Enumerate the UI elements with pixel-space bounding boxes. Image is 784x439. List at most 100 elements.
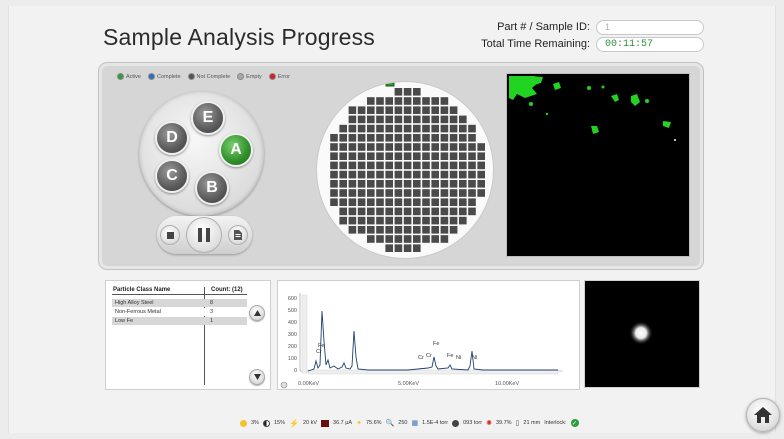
part-id-label: Part # / Sample ID: — [497, 21, 590, 33]
field-cell — [431, 216, 439, 225]
sample-stage-panel: Active Complete Not Complete Empty Error… — [98, 62, 704, 270]
scroll-down-button[interactable] — [249, 369, 265, 385]
pause-button[interactable] — [186, 217, 222, 253]
slot-d[interactable]: D — [155, 121, 189, 155]
field-cell — [330, 170, 338, 179]
field-cell — [431, 180, 439, 188]
table-row[interactable]: Non-Ferrous Metal 3 — [112, 308, 247, 316]
col-header-name: Particle Class Name — [113, 287, 171, 293]
legend-not-complete: Not Complete — [187, 73, 230, 80]
field-cell — [440, 216, 449, 225]
field-cell — [357, 207, 366, 216]
field-cell — [385, 143, 393, 151]
field-cell — [422, 198, 430, 206]
field-cell — [403, 97, 412, 105]
field-cell — [376, 235, 384, 243]
field-cell — [339, 161, 347, 170]
field-cell — [431, 170, 439, 179]
field-cell — [376, 161, 384, 170]
field-cell — [403, 88, 412, 96]
field-cell — [348, 161, 357, 170]
field-cell — [385, 244, 393, 252]
field-cell — [431, 106, 439, 114]
field-cell — [422, 134, 430, 142]
field-cell — [367, 226, 375, 234]
triangle-up-icon — [253, 310, 261, 316]
playback-controls — [157, 216, 252, 254]
field-cell — [449, 226, 458, 234]
peak-label: Ni — [472, 355, 477, 361]
field-cell — [422, 115, 430, 124]
field-cell — [403, 244, 412, 252]
field-cell — [440, 161, 449, 170]
field-cell — [431, 207, 439, 216]
field-cell — [367, 189, 375, 197]
filament-icon: ✺ — [486, 420, 492, 427]
field-cell — [339, 152, 347, 160]
y-tick: 300 — [288, 332, 297, 338]
field-cell — [431, 189, 439, 197]
report-button[interactable] — [228, 225, 248, 245]
field-cell — [394, 180, 403, 188]
field-cell — [403, 207, 412, 216]
field-cell — [422, 124, 430, 133]
field-cell — [431, 97, 439, 105]
field-cell — [330, 189, 338, 197]
field-cell — [339, 216, 347, 225]
slot-b[interactable]: B — [195, 171, 229, 205]
field-cell — [440, 124, 449, 133]
legend-error: Error — [268, 73, 290, 80]
slot-e[interactable]: E — [191, 101, 225, 135]
field-cell — [339, 207, 347, 216]
field-cell — [440, 152, 449, 160]
field-cell — [449, 161, 458, 170]
home-button[interactable] — [746, 398, 780, 432]
field-cell — [468, 189, 476, 197]
field-cell — [394, 189, 403, 197]
status-bar: 3% 15% ⚡ 20 kV 36.7 µA ✦ 75.6% 🔍 250 ▦ 1.5E-… — [240, 418, 579, 428]
field-cell — [403, 134, 412, 142]
field-cell — [459, 161, 467, 170]
field-cell — [449, 207, 458, 216]
field-cell — [449, 134, 458, 142]
field-cell — [394, 216, 403, 225]
field-cell — [440, 180, 449, 188]
field-cell — [385, 97, 393, 105]
stage-field-map[interactable] — [316, 81, 494, 259]
field-cell — [367, 216, 375, 225]
field-cell — [357, 180, 366, 188]
field-cell — [440, 106, 449, 114]
slot-a[interactable]: A — [219, 133, 253, 167]
field-cell — [376, 115, 384, 124]
field-cell — [357, 115, 366, 124]
field-cell — [357, 134, 366, 142]
sample-id-field[interactable]: 1 — [596, 20, 704, 35]
field-cell — [422, 226, 430, 234]
x-tick: 10.00KeV — [495, 381, 519, 387]
slot-c[interactable]: C — [155, 159, 189, 193]
field-cell — [440, 115, 449, 124]
field-cell — [357, 106, 366, 114]
table-row[interactable]: High Alloy Steel 8 — [112, 299, 247, 307]
field-cell — [394, 106, 403, 114]
field-cell — [449, 106, 458, 114]
field-cell — [468, 180, 476, 188]
field-cell — [394, 152, 403, 160]
field-cell — [431, 115, 439, 124]
time-remaining-label: Total Time Remaining: — [481, 38, 590, 50]
current-icon — [321, 419, 330, 427]
field-cell — [440, 143, 449, 151]
scroll-up-button[interactable] — [249, 305, 265, 321]
field-cell — [348, 106, 357, 114]
field-cell — [431, 152, 439, 160]
field-cell — [385, 198, 393, 206]
field-cell — [477, 170, 485, 179]
field-cell — [394, 161, 403, 170]
field-cell — [348, 226, 357, 234]
legend-active: Active — [117, 73, 141, 80]
table-row[interactable]: Low Fe 1 — [112, 317, 247, 325]
eds-spectrum-panel: 600 500 400 300 200 100 0 0.00KeV 5.00Ke… — [277, 280, 580, 390]
field-cell — [385, 124, 393, 133]
stop-button[interactable] — [160, 225, 180, 245]
legend-complete: Complete — [147, 73, 181, 80]
